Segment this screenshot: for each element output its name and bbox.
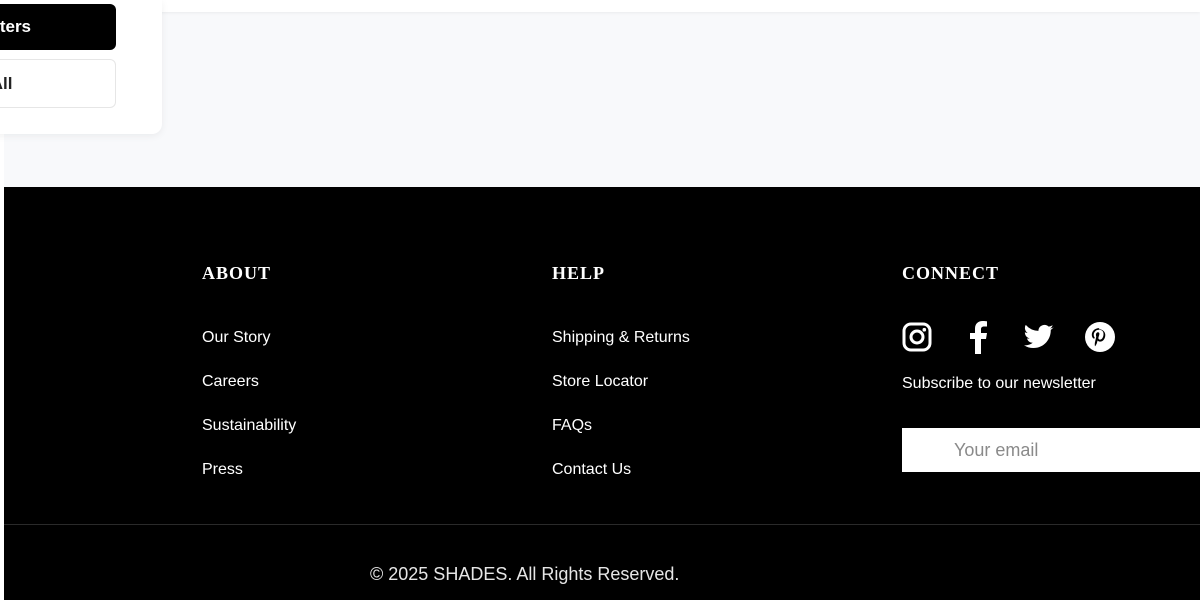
connect-heading: CONNECT xyxy=(902,263,1000,283)
footer-link-store-locator[interactable]: Store Locator xyxy=(552,372,690,416)
site-footer: ABOUT Our Story Careers Sustainability P… xyxy=(4,187,1200,600)
header-bar xyxy=(0,0,1200,12)
footer-link-shipping-returns[interactable]: Shipping & Returns xyxy=(552,328,690,372)
about-links: Our Story Careers Sustainability Press xyxy=(202,328,296,504)
newsletter-label: Subscribe to our newsletter xyxy=(902,375,1096,392)
pinterest-icon[interactable] xyxy=(1085,320,1115,354)
copyright-text: © 2025 SHADES. All Rights Reserved. xyxy=(370,564,680,584)
footer-divider xyxy=(4,524,1200,525)
apply-filters-button[interactable]: Filters xyxy=(0,4,116,50)
footer-connect-column: CONNECT Subscribe to our newsletter Your… xyxy=(902,263,1200,472)
filter-panel: Filters t All xyxy=(0,0,162,134)
social-links xyxy=(902,319,1146,355)
email-input[interactable] xyxy=(902,428,1200,472)
instagram-icon[interactable] xyxy=(902,320,932,354)
help-heading: HELP xyxy=(552,263,606,283)
help-links: Shipping & Returns Store Locator FAQs Co… xyxy=(552,328,690,504)
footer-help-column: HELP Shipping & Returns Store Locator FA… xyxy=(552,263,690,504)
footer-about-column: ABOUT Our Story Careers Sustainability P… xyxy=(202,263,296,504)
facebook-icon[interactable] xyxy=(963,320,993,354)
twitter-icon[interactable] xyxy=(1024,320,1054,354)
footer-link-press[interactable]: Press xyxy=(202,460,296,504)
footer-link-contact-us[interactable]: Contact Us xyxy=(552,460,690,504)
footer-link-careers[interactable]: Careers xyxy=(202,372,296,416)
about-heading: ABOUT xyxy=(202,263,272,283)
footer-link-our-story[interactable]: Our Story xyxy=(202,328,296,372)
reset-all-button[interactable]: t All xyxy=(0,59,116,108)
footer-link-sustainability[interactable]: Sustainability xyxy=(202,416,296,460)
footer-link-faqs[interactable]: FAQs xyxy=(552,416,690,460)
